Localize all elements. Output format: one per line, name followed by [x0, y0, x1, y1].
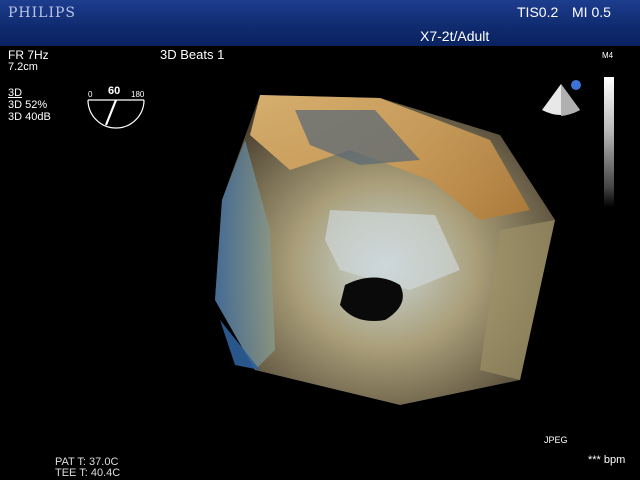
- probe-preset: X7-2t/Adult: [420, 28, 490, 44]
- tee-temp: TEE T: 40.4C: [55, 467, 121, 479]
- brand-logo: PHILIPS: [8, 5, 76, 21]
- depth-readout: 7.2cm: [8, 61, 38, 73]
- grayscale-bar: [604, 77, 614, 207]
- angle-value: 60: [108, 85, 121, 97]
- jpeg-label: JPEG: [544, 435, 568, 445]
- mode-label: 3D: [8, 87, 23, 99]
- 3d-volume-render: [215, 95, 555, 405]
- compress-readout: 3D 40dB: [8, 111, 51, 123]
- gain-readout: 3D 52%: [8, 99, 48, 111]
- beats-readout: 3D Beats 1: [160, 47, 225, 62]
- cone-orientation-icon: [542, 80, 581, 116]
- ultrasound-screen: PHILIPS TIS0.2 MI 0.5 X7-2t/Adult FR 7Hz…: [0, 0, 640, 480]
- heart-rate: *** bpm: [588, 454, 626, 466]
- tis-readout: TIS0.2: [517, 4, 559, 20]
- mi-readout: MI 0.5: [572, 4, 611, 20]
- map-label: M4: [602, 51, 614, 60]
- orientation-marker-icon: [571, 80, 581, 90]
- angle-protractor-icon: [87, 99, 145, 129]
- frame-rate: FR 7Hz: [8, 48, 49, 62]
